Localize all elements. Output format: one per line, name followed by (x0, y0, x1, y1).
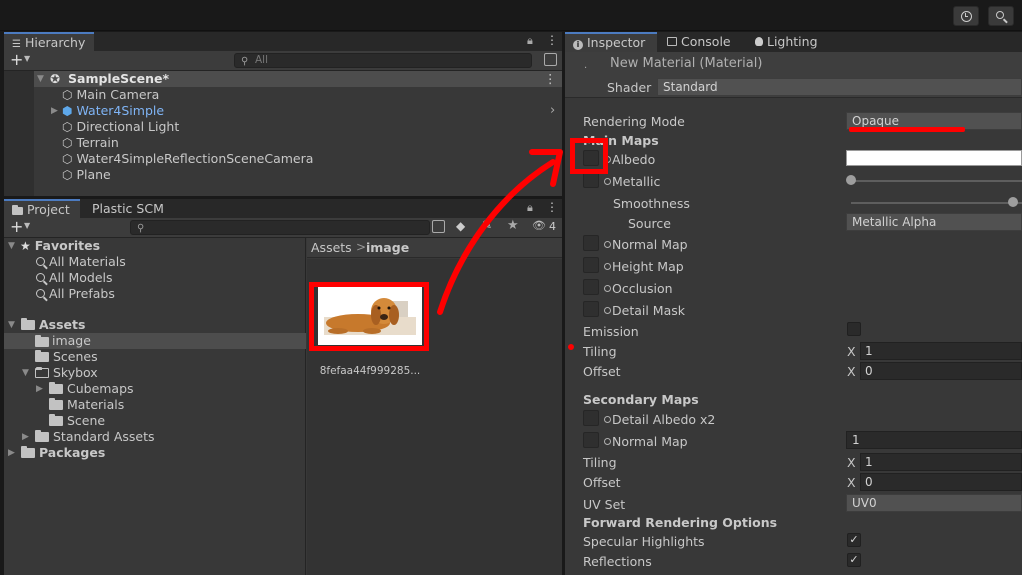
annotation-arrow (437, 149, 563, 315)
